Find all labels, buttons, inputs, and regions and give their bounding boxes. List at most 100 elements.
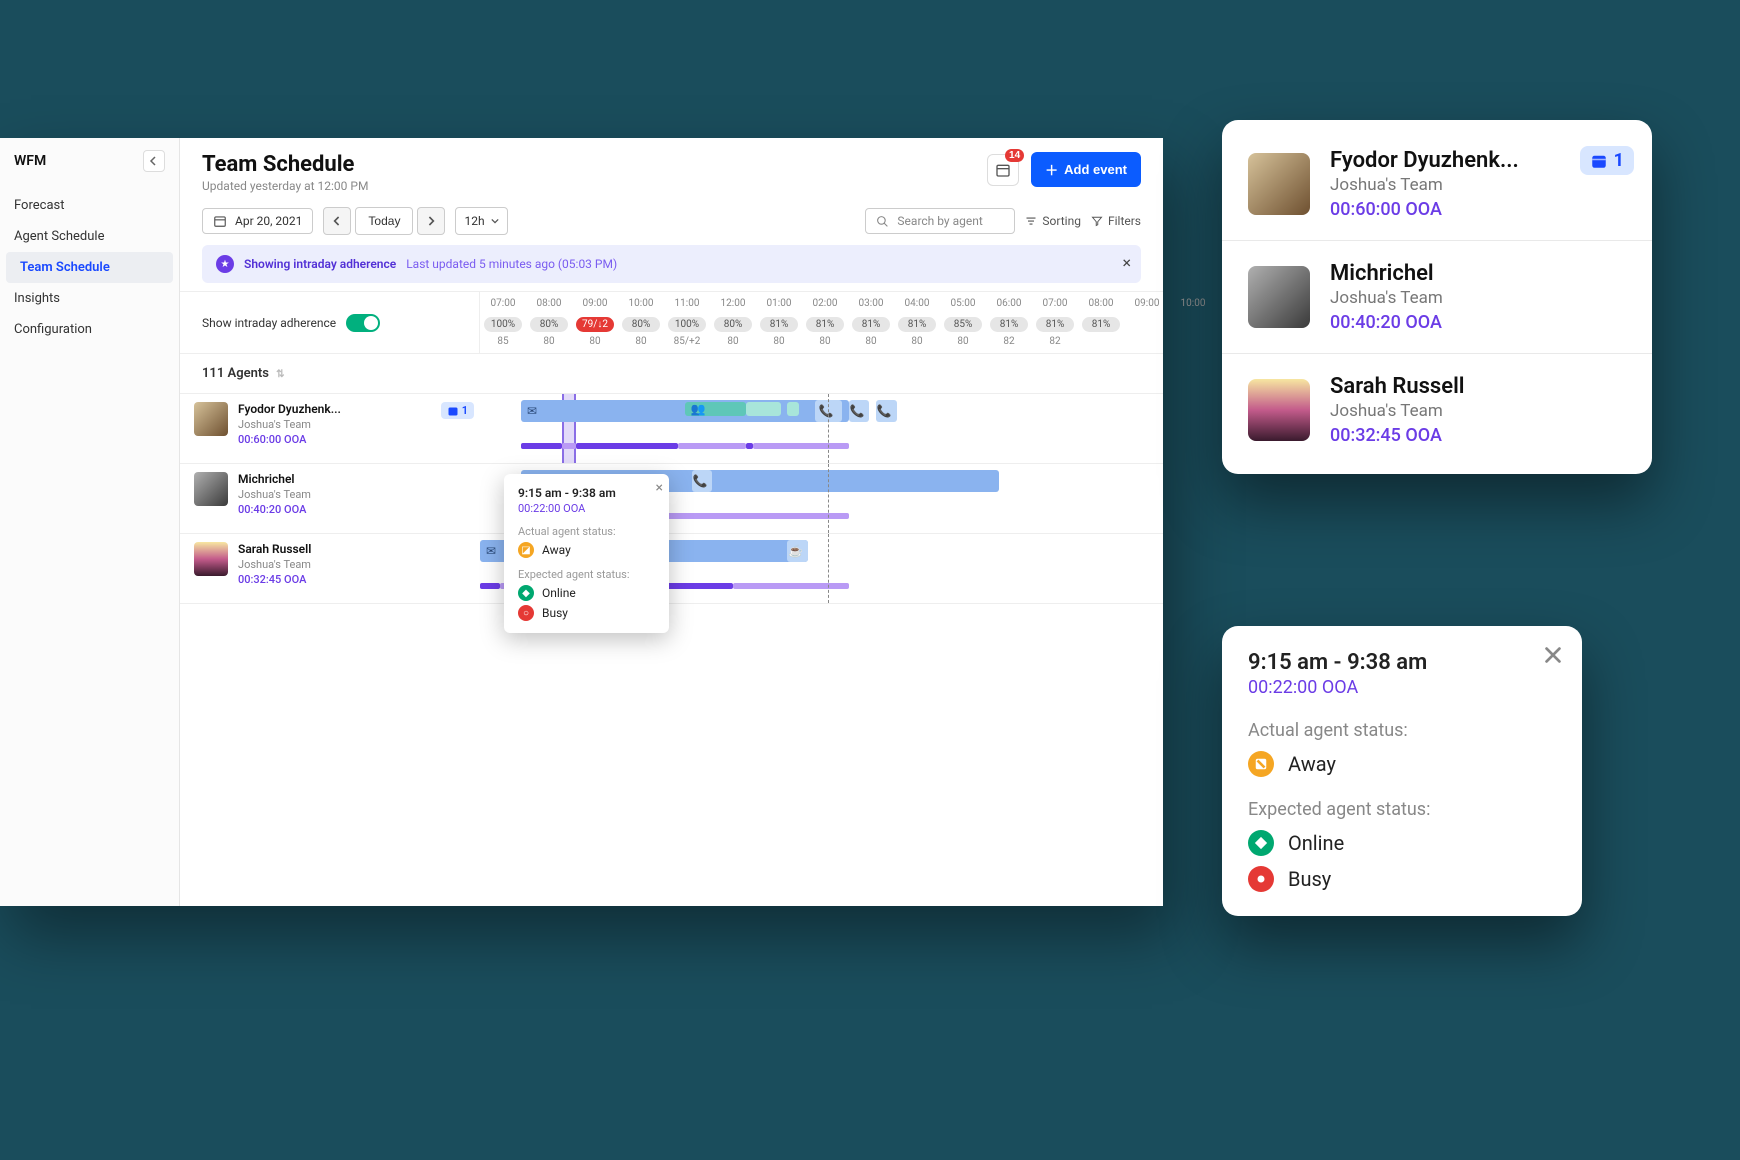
adherence-tooltip: × 9:15 am - 9:38 am 00:22:00 OOA Actual …	[504, 474, 669, 633]
coverage-pill: 80%	[714, 317, 752, 332]
zoom-select[interactable]: 12h	[455, 207, 507, 235]
hour-label: 04:00	[894, 292, 940, 315]
adherence-toggle[interactable]	[346, 314, 380, 332]
coverage-count: 80	[940, 334, 986, 353]
sidebar-item-forecast[interactable]: Forecast	[0, 190, 179, 221]
schedule-block[interactable]: 📞	[876, 400, 896, 422]
sidebar-header: WFM	[0, 138, 179, 184]
agent-event-badge[interactable]: 1	[1580, 146, 1634, 175]
coverage-pill: 81%	[898, 317, 936, 332]
agent-name: Fyodor Dyuzhenk...	[238, 402, 341, 416]
close-icon	[1542, 644, 1564, 666]
chevron-left-icon	[149, 156, 159, 166]
agent-card[interactable]: Sarah RussellJoshua's Team00:32:45 OOA	[180, 534, 480, 603]
zoom-agent-row[interactable]: Fyodor Dyuzhenk... Joshua's Team 00:60:0…	[1222, 128, 1652, 241]
coverage-count: 85	[480, 334, 526, 353]
zoom-agent-row[interactable]: Sarah Russell Joshua's Team 00:32:45 OOA	[1222, 354, 1652, 466]
hour-label: 11:00	[664, 292, 710, 315]
tooltip-expected-status-0: Online	[542, 586, 576, 600]
coverage-count: 80	[848, 334, 894, 353]
sidebar-collapse-button[interactable]	[143, 150, 165, 172]
date-label: Apr 20, 2021	[235, 214, 302, 228]
schedule-lane[interactable]: ✉👥📞📞📞	[480, 394, 1163, 463]
agent-card[interactable]: MichrichelJoshua's Team00:40:20 OOA	[180, 464, 480, 533]
chevron-down-icon	[491, 218, 499, 224]
calendar-icon	[213, 214, 227, 228]
coverage-pill: 80%	[622, 317, 660, 332]
phone-icon: 📞	[850, 404, 865, 418]
today-button[interactable]: Today	[355, 207, 413, 235]
avatar	[194, 542, 228, 576]
agent-name: Michrichel	[1330, 261, 1443, 286]
sidebar-item-insights[interactable]: Insights	[0, 283, 179, 314]
coverage-count	[1078, 334, 1124, 353]
sidebar: WFM Forecast Agent Schedule Team Schedul…	[0, 138, 180, 906]
tooltip-expected-status-1: Busy	[1288, 867, 1331, 891]
agent-name: Sarah Russell	[1330, 374, 1465, 399]
schedule-block[interactable]	[746, 402, 780, 416]
agent-event-badge[interactable]: 1	[441, 402, 474, 419]
coverage-pill: 100%	[484, 317, 522, 332]
calendar-icon	[1590, 152, 1608, 170]
online-status-icon: ◆	[518, 585, 534, 601]
coverage-pill: 81%	[806, 317, 844, 332]
coffee-icon: ☕	[788, 544, 803, 558]
sidebar-title: WFM	[14, 153, 46, 169]
away-status-icon	[1248, 751, 1274, 777]
coverage-count: 80	[802, 334, 848, 353]
prev-day-button[interactable]	[323, 207, 351, 235]
next-day-button[interactable]	[417, 207, 445, 235]
main-content: Team Schedule Updated yesterday at 12:00…	[180, 138, 1163, 906]
schedule-block[interactable]: 📞	[692, 470, 712, 492]
filter-icon	[1091, 215, 1103, 227]
tooltip-close-button[interactable]	[1542, 644, 1564, 666]
avatar	[194, 402, 228, 436]
agent-ooa: 00:60:00 OOA	[1330, 199, 1519, 220]
notifications-button[interactable]: 14	[987, 154, 1019, 186]
sidebar-nav: Forecast Agent Schedule Team Schedule In…	[0, 184, 179, 351]
sidebar-item-team-schedule[interactable]: Team Schedule	[6, 252, 173, 283]
plus-icon: ＋	[1045, 160, 1058, 179]
banner-close-button[interactable]: ×	[1122, 253, 1131, 272]
agent-card[interactable]: Fyodor Dyuzhenk...Joshua's Team00:60:00 …	[180, 394, 480, 463]
coverage-count	[1170, 334, 1216, 353]
agent-ooa: 00:40:20 OOA	[1330, 312, 1443, 333]
schedule-block[interactable]: 📞	[849, 400, 869, 422]
agent-ooa: 00:60:00 OOA	[238, 433, 341, 446]
agent-team: Joshua's Team	[1330, 288, 1443, 308]
zoom-agent-row[interactable]: Michrichel Joshua's Team 00:40:20 OOA	[1222, 241, 1652, 354]
sidebar-item-agent-schedule[interactable]: Agent Schedule	[0, 221, 179, 252]
sort-icon	[1025, 215, 1037, 227]
busy-status-icon: ○	[518, 605, 534, 621]
coverage-pill: 80%	[530, 317, 568, 332]
hour-label: 12:00	[710, 292, 756, 315]
star-icon: ★	[216, 255, 234, 273]
agents-sort-button[interactable]: ⇅	[276, 369, 284, 380]
sorting-button[interactable]: Sorting	[1025, 214, 1081, 228]
schedule-block[interactable]: 👥	[685, 402, 746, 416]
tooltip-actual-status: Away	[542, 543, 571, 557]
sidebar-item-configuration[interactable]: Configuration	[0, 314, 179, 345]
add-event-label: Add event	[1064, 162, 1127, 177]
schedule-block[interactable]: ☕	[787, 540, 807, 562]
chevron-right-icon	[427, 216, 435, 226]
tooltip-expected-label: Expected agent status:	[518, 568, 655, 581]
agents-zoom-card: Fyodor Dyuzhenk... Joshua's Team 00:60:0…	[1222, 120, 1652, 474]
date-picker[interactable]: Apr 20, 2021	[202, 208, 313, 234]
hour-label: 06:00	[986, 292, 1032, 315]
search-input[interactable]: Search by agent	[865, 208, 1015, 234]
tooltip-actual-status: Away	[1288, 752, 1336, 776]
adherence-segment	[733, 583, 849, 589]
phone-icon: 📞	[877, 404, 892, 418]
schedule-block[interactable]	[787, 402, 799, 416]
agent-ooa: 00:32:45 OOA	[1330, 425, 1465, 446]
agents-count-label: 111 Agents	[202, 366, 269, 381]
filters-button[interactable]: Filters	[1091, 214, 1141, 228]
tooltip-close-button[interactable]: ×	[656, 480, 663, 496]
page-header: Team Schedule Updated yesterday at 12:00…	[180, 138, 1163, 197]
banner-meta: Last updated 5 minutes ago (05:03 PM)	[406, 257, 617, 271]
adherence-segment	[562, 443, 576, 449]
tooltip-expected-label: Expected agent status:	[1248, 799, 1556, 820]
tooltip-actual-label: Actual agent status:	[518, 525, 655, 538]
add-event-button[interactable]: ＋ Add event	[1031, 152, 1141, 187]
